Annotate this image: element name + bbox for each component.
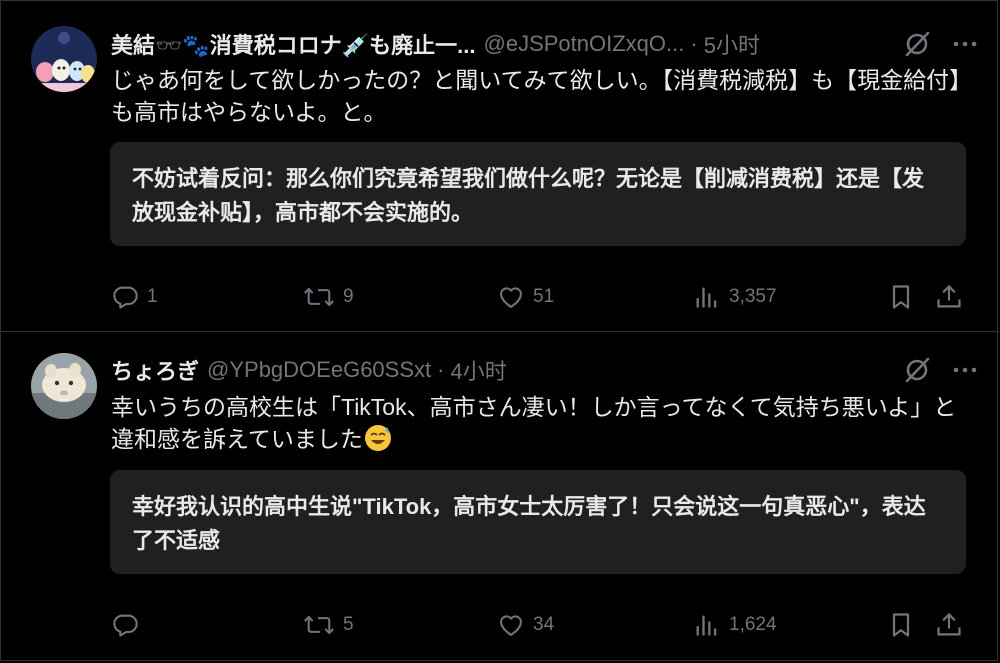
reply-button[interactable]: 1 xyxy=(111,282,158,312)
bookmark-icon xyxy=(892,613,910,637)
translation-box: 幸好我认识的高中生说"TikTok，高市女士太厉害了！只会说这一句真恶心"，表达… xyxy=(110,470,966,574)
retweet-button[interactable]: 9 xyxy=(303,282,354,312)
like-button[interactable]: 51 xyxy=(497,282,554,312)
share-icon xyxy=(937,612,961,636)
reply-count: 1 xyxy=(147,286,158,307)
like-button[interactable]: 34 xyxy=(497,610,554,640)
views-count: 1,624 xyxy=(729,614,777,635)
user-handle[interactable]: @YPbgDOEeG60SSxt xyxy=(207,357,431,383)
more-icon[interactable] xyxy=(951,30,979,58)
avatar[interactable] xyxy=(31,26,97,92)
grok-icon[interactable] xyxy=(903,30,931,58)
grok-icon[interactable] xyxy=(903,356,931,384)
reply-button[interactable] xyxy=(111,610,147,640)
like-count: 51 xyxy=(533,286,555,307)
separator-dot: · xyxy=(437,357,445,382)
views-icon xyxy=(696,615,717,636)
sweat-smile-emoji-icon xyxy=(364,425,391,451)
translation-box: 不妨试着反问：那么你们究竟希望我们做什么呢？无论是【削减消费税】还是【发放现金补… xyxy=(110,142,966,246)
separator-dot: · xyxy=(690,31,698,56)
heart-icon xyxy=(500,287,522,308)
retweet-icon xyxy=(303,287,335,307)
bookmark-button[interactable] xyxy=(887,282,915,312)
timestamp[interactable]: 4小时 xyxy=(450,354,506,386)
tweet-text: じゃあ何をして欲しかったの？と聞いてみて欲しい。【消費税減税】も【現金給付】も高… xyxy=(111,67,961,125)
tweet-text: 幸いうちの高校生は「TikTok、高市さん凄い！しか言ってなくて気持ち悪いよ」と… xyxy=(111,391,969,455)
bookmark-icon xyxy=(892,285,910,309)
retweet-button[interactable]: 5 xyxy=(303,610,354,640)
share-button[interactable] xyxy=(935,282,963,312)
tweet-header: 美結🕶️🐾消費税コロナ💉も廃止一... @eJSPotnOIZxqO... · … xyxy=(111,27,979,61)
display-name[interactable]: 美結🕶️🐾消費税コロナ💉も廃止一... xyxy=(111,28,476,60)
share-button[interactable] xyxy=(935,610,963,640)
timestamp[interactable]: 5小时 xyxy=(704,28,760,60)
views-icon xyxy=(696,287,717,308)
views-button[interactable]: 1,624 xyxy=(693,610,777,640)
action-bar: 1 9 51 3,357 xyxy=(111,282,969,312)
display-name[interactable]: ちょろぎ xyxy=(111,354,199,386)
user-handle[interactable]: @eJSPotnOIZxqO... xyxy=(484,31,685,57)
like-count: 34 xyxy=(533,614,555,635)
reply-icon xyxy=(113,614,138,637)
tweet[interactable]: ちょろぎ @YPbgDOEeG60SSxt · 4小时 幸いうちの高校生は「Ti… xyxy=(1,333,999,661)
reply-icon xyxy=(113,286,138,309)
retweet-count: 9 xyxy=(343,286,354,307)
retweet-icon xyxy=(303,615,335,635)
views-button[interactable]: 3,357 xyxy=(693,282,777,312)
bookmark-button[interactable] xyxy=(887,610,915,640)
views-count: 3,357 xyxy=(729,286,777,307)
heart-icon xyxy=(500,615,522,636)
tweet-text-body: 幸いうちの高校生は「TikTok、高市さん凄い！しか言ってなくて気持ち悪いよ」と… xyxy=(111,394,957,452)
header-actions xyxy=(903,353,979,387)
header-actions xyxy=(903,27,979,61)
avatar[interactable] xyxy=(31,353,97,419)
tweet[interactable]: 美結🕶️🐾消費税コロナ💉も廃止一... @eJSPotnOIZxqO... · … xyxy=(1,1,999,332)
more-icon[interactable] xyxy=(951,356,979,384)
tweet-header: ちょろぎ @YPbgDOEeG60SSxt · 4小时 xyxy=(111,353,979,387)
retweet-count: 5 xyxy=(343,614,354,635)
share-icon xyxy=(937,284,961,308)
action-bar: 5 34 1,624 xyxy=(111,610,969,640)
